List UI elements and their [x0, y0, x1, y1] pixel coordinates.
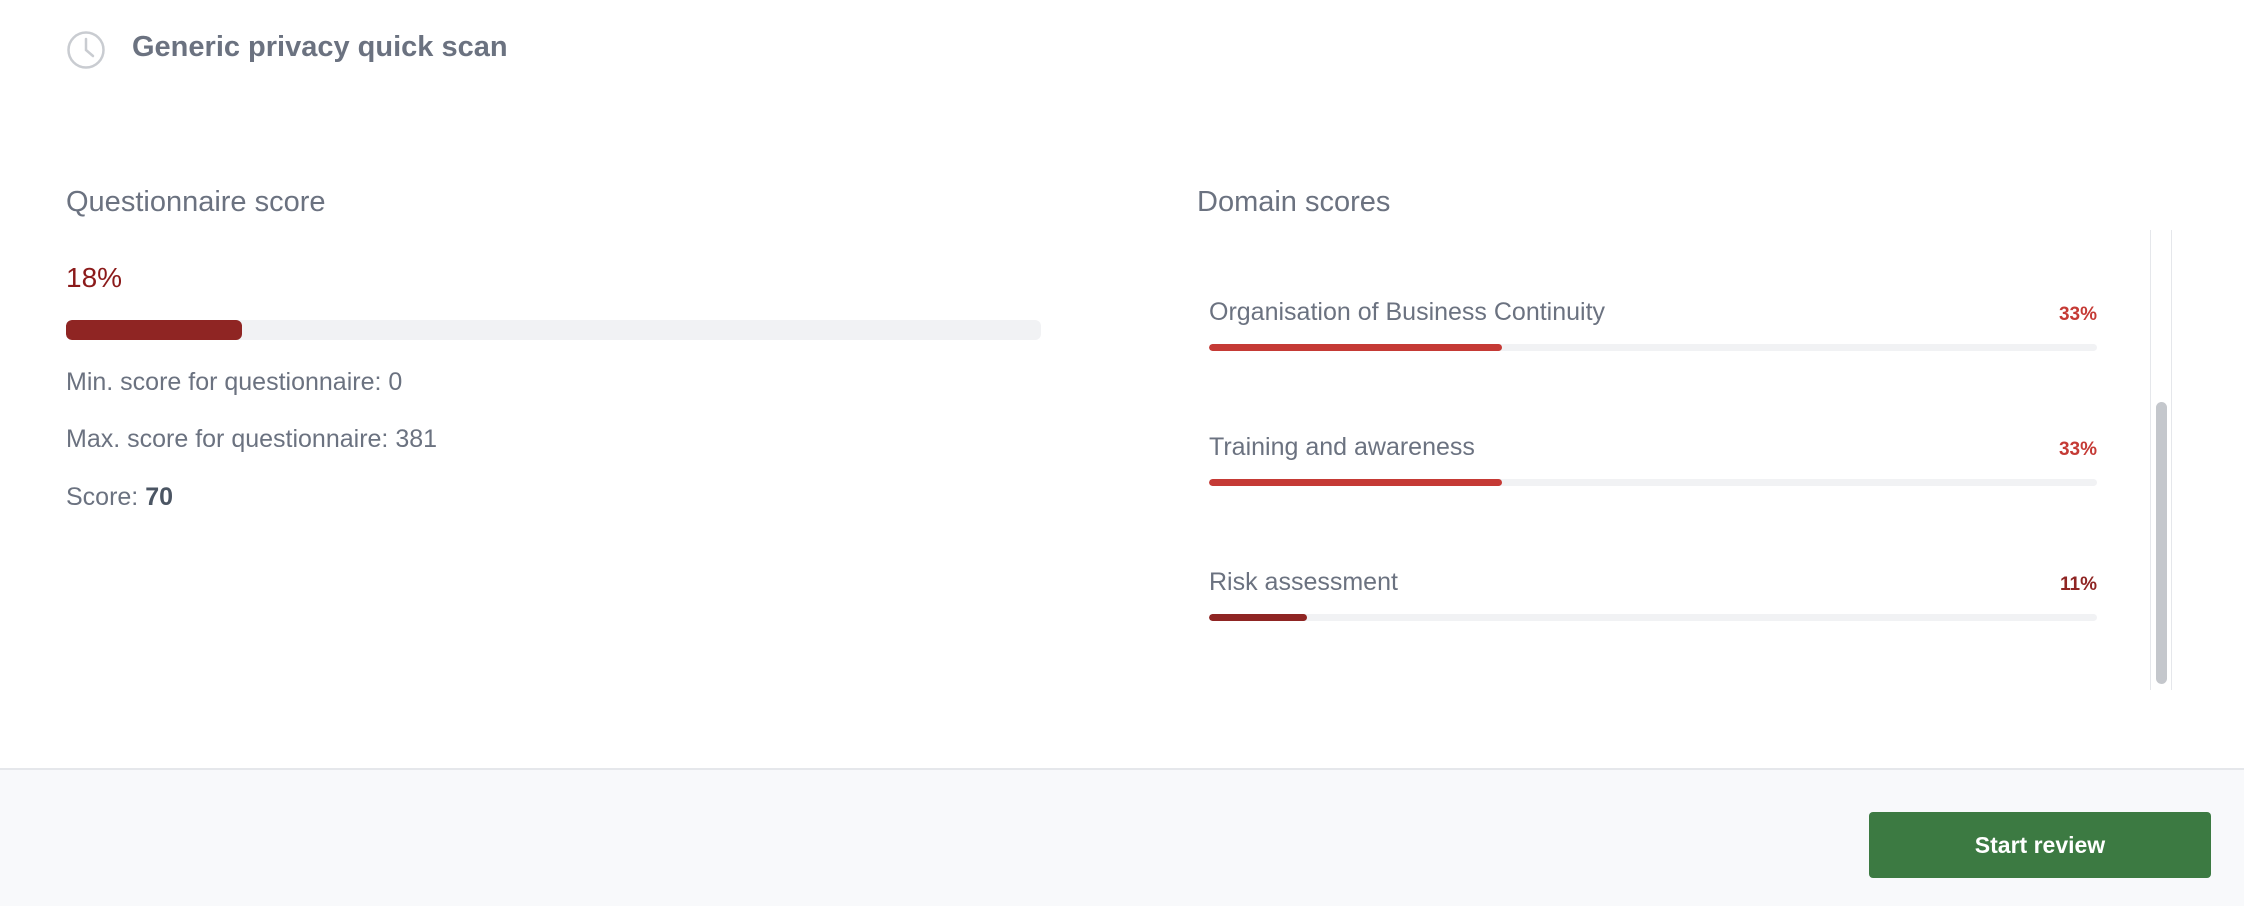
score-value: 70	[145, 483, 174, 511]
clock-icon	[67, 31, 105, 69]
domain-progress-fill	[1209, 614, 1307, 621]
domain-scores-list: Organisation of Business Continuity 33% …	[1197, 230, 2171, 690]
page-title: Generic privacy quick scan	[132, 30, 508, 63]
questionnaire-score-title: Questionnaire score	[66, 186, 326, 218]
domain-progress-bar	[1209, 344, 2097, 351]
domain-label: Organisation of Business Continuity	[1209, 298, 1606, 326]
domain-scrollbar[interactable]	[2150, 230, 2172, 690]
domain-progress-fill	[1209, 479, 1503, 486]
questionnaire-progress-bar	[66, 320, 1041, 340]
domain-label: Training and awareness	[1209, 433, 1475, 461]
start-review-button[interactable]: Start review	[1869, 812, 2211, 878]
score-text: Score: 70	[66, 483, 173, 512]
domain-percent: 11%	[2060, 574, 2097, 595]
domain-percent: 33%	[2058, 439, 2097, 460]
max-score-text: Max. score for questionnaire: 381	[66, 425, 438, 453]
questionnaire-progress-fill	[66, 320, 242, 340]
domain-scores-title: Domain scores	[1197, 186, 1391, 218]
header: Generic privacy quick scan	[66, 28, 508, 72]
footer: Start review	[0, 768, 2244, 906]
scrollbar-thumb[interactable]	[2156, 402, 2167, 684]
score-label: Score:	[66, 483, 146, 511]
min-score-text: Min. score for questionnaire: 0	[66, 368, 403, 396]
questionnaire-percent: 18%	[66, 262, 123, 293]
domain-label: Risk assessment	[1209, 568, 1398, 596]
domain-progress-fill	[1209, 344, 1503, 351]
domain-percent: 33%	[2058, 304, 2097, 325]
domain-progress-bar	[1209, 614, 2097, 621]
domain-progress-bar	[1209, 479, 2097, 486]
